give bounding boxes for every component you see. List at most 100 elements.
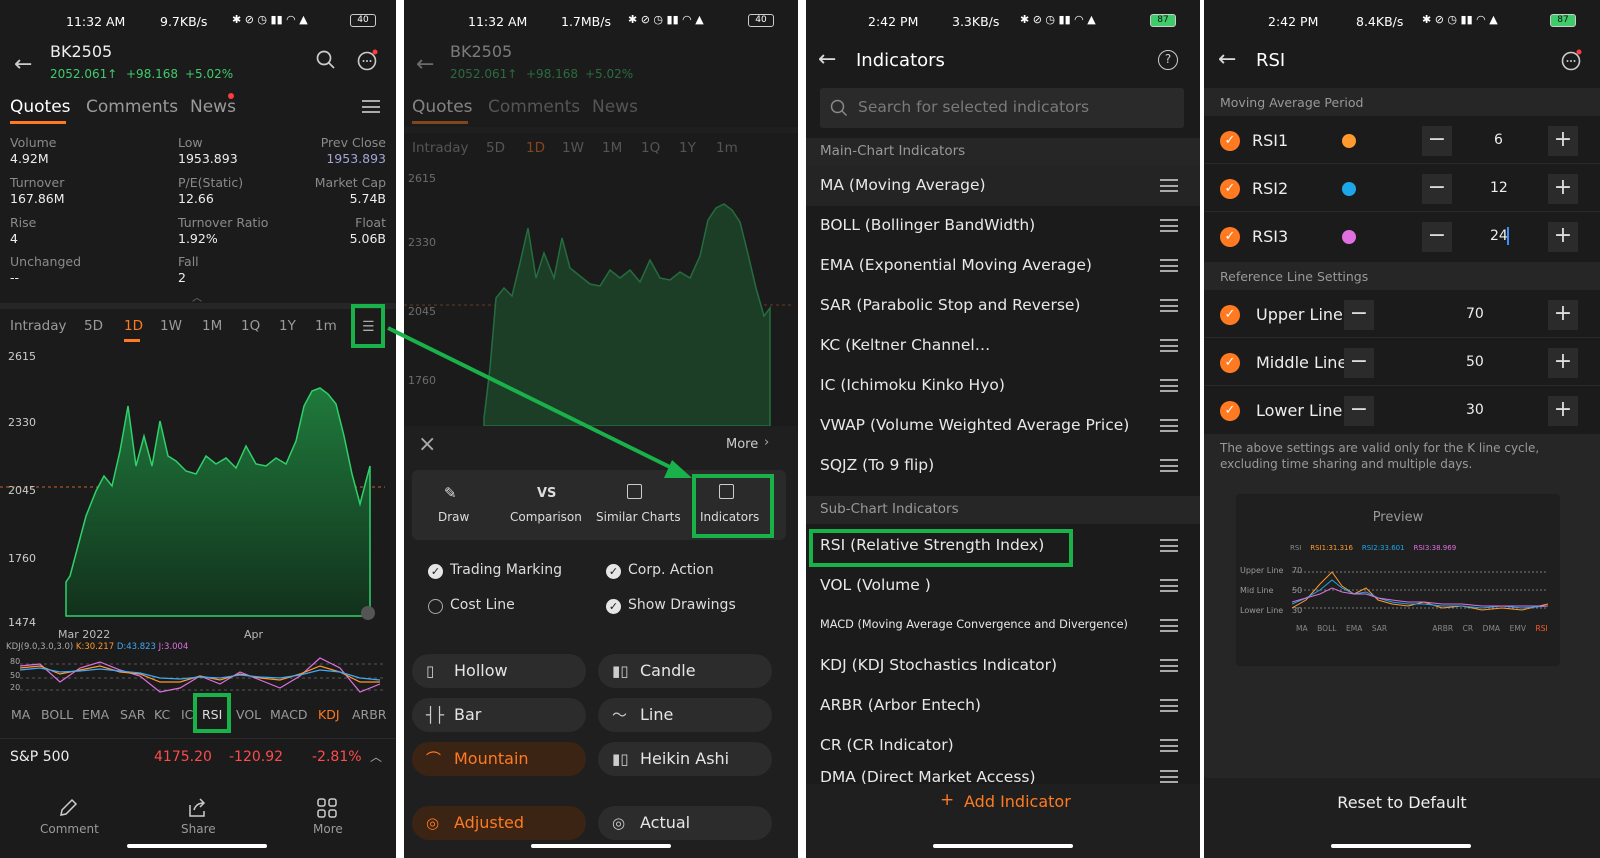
indicator-arbr[interactable]: ARBR — [352, 707, 387, 722]
plus-button[interactable]: + — [1548, 174, 1578, 204]
indicator-kc[interactable]: KC — [154, 707, 170, 722]
chart-type-hollow[interactable]: ▯ Hollow — [412, 654, 586, 688]
indicator-ma[interactable]: MA — [11, 707, 30, 722]
add-indicator-button[interactable]: Add Indicator — [964, 792, 1071, 811]
close-icon[interactable]: × — [418, 432, 436, 457]
drag-handle-icon[interactable] — [1160, 419, 1178, 432]
actual-button[interactable]: ◎ Actual — [598, 806, 772, 840]
grid-icon[interactable] — [316, 797, 338, 819]
back-arrow-icon[interactable]: ← — [14, 52, 32, 77]
indicator-row[interactable]: KDJ (KDJ Stochastics Indicator) — [806, 646, 1200, 686]
minus-button[interactable]: − — [1344, 396, 1374, 426]
drag-handle-icon[interactable] — [1160, 179, 1178, 192]
indicator-row[interactable]: SQJZ (To 9 flip) — [806, 446, 1200, 486]
indicator-row[interactable]: ARBR (Arbor Entech) — [806, 686, 1200, 726]
chart-reset-icon[interactable] — [361, 606, 375, 620]
drag-handle-icon[interactable] — [1160, 539, 1178, 552]
drag-handle-icon[interactable] — [1160, 659, 1178, 672]
drag-handle-icon[interactable] — [1160, 579, 1178, 592]
check-icon[interactable]: ✓ — [428, 564, 443, 579]
indicator-row[interactable]: SAR (Parabolic Stop and Reverse) — [806, 286, 1200, 326]
option-corp-action[interactable]: Corp. Action — [628, 562, 714, 578]
drag-handle-icon[interactable] — [1160, 339, 1178, 352]
check-icon[interactable]: ✓ — [1220, 179, 1240, 199]
drag-handle-icon[interactable] — [1160, 299, 1178, 312]
minus-button[interactable]: − — [1344, 300, 1374, 330]
comment-button[interactable]: Comment — [40, 822, 99, 836]
back-arrow-icon[interactable]: ← — [818, 47, 836, 72]
indicator-row[interactable]: VOL (Volume ) — [806, 566, 1200, 606]
option-cost-line[interactable]: Cost Line — [450, 597, 515, 613]
period-intraday[interactable]: Intraday — [10, 318, 67, 334]
minus-button[interactable]: − — [1422, 222, 1452, 252]
indicator-row[interactable]: BOLL (Bollinger BandWidth) — [806, 206, 1200, 246]
indicator-row[interactable]: IC (Ichimoku Kinko Hyo) — [806, 366, 1200, 406]
tool-draw[interactable]: Draw — [438, 510, 469, 524]
color-swatch[interactable] — [1342, 134, 1356, 148]
indicator-row[interactable]: DMA (Direct Market Access) — [806, 766, 1200, 784]
indicator-ic[interactable]: IC — [181, 707, 193, 722]
indicator-sar[interactable]: SAR — [120, 707, 145, 722]
indicator-row[interactable]: MACD (Moving Average Convergence and Div… — [806, 606, 1200, 646]
plus-button[interactable]: + — [1548, 222, 1578, 252]
drag-handle-icon[interactable] — [1160, 619, 1178, 632]
ticker-bar[interactable]: S&P 500 4175.20 -120.92 -2.81% ︿ — [0, 738, 396, 774]
collapse-chevron-icon[interactable]: ︿ — [192, 289, 202, 304]
menu-icon[interactable] — [362, 100, 380, 113]
minus-button[interactable]: − — [1344, 348, 1374, 378]
rsi-value[interactable]: 6 — [1494, 132, 1503, 148]
ref-value[interactable]: 30 — [1466, 402, 1484, 418]
share-icon[interactable] — [186, 797, 208, 819]
period-1min[interactable]: 1m — [315, 318, 337, 334]
indicator-row[interactable]: MA (Moving Average) — [806, 166, 1200, 206]
indicator-row[interactable]: VWAP (Volume Weighted Average Price) — [806, 406, 1200, 446]
check-icon[interactable]: ✓ — [1220, 401, 1240, 421]
chart-type-line[interactable]: 〜 Line — [598, 698, 772, 732]
indicator-macd[interactable]: MACD — [270, 707, 307, 722]
option-trading-marking[interactable]: Trading Marking — [450, 562, 562, 578]
message-icon[interactable] — [1560, 48, 1584, 72]
chart-type-heikin-ashi[interactable]: ▮▯ Heikin Ashi — [598, 742, 772, 776]
color-swatch[interactable] — [1342, 230, 1356, 244]
plus-button[interactable]: + — [1548, 396, 1578, 426]
drag-handle-icon[interactable] — [1160, 259, 1178, 272]
check-icon[interactable]: ✓ — [606, 599, 621, 614]
tool-similar-charts[interactable]: Similar Charts — [596, 510, 681, 524]
more-link[interactable]: More — [726, 437, 758, 452]
search-input[interactable]: Search for selected indicators — [820, 88, 1184, 128]
indicator-kdj[interactable]: KDJ — [318, 707, 340, 722]
rsi-value[interactable]: 24 — [1490, 228, 1508, 244]
check-icon[interactable]: ✓ — [1220, 305, 1240, 325]
period-1d[interactable]: 1D — [124, 318, 143, 334]
period-1w[interactable]: 1W — [160, 318, 182, 334]
minus-button[interactable]: − — [1422, 174, 1452, 204]
check-icon[interactable]: ✓ — [1220, 227, 1240, 247]
check-icon[interactable]: ✓ — [606, 564, 621, 579]
indicator-row[interactable]: CR (CR Indicator) — [806, 726, 1200, 766]
more-button[interactable]: More — [313, 822, 343, 836]
color-swatch[interactable] — [1342, 182, 1356, 196]
chart-type-candle[interactable]: ▮▯ Candle — [598, 654, 772, 688]
drag-handle-icon[interactable] — [1160, 459, 1178, 472]
option-show-drawings[interactable]: Show Drawings — [628, 597, 736, 613]
tab-news[interactable]: News — [190, 97, 236, 117]
tool-comparison[interactable]: Comparison — [510, 510, 582, 524]
check-icon[interactable]: ✓ — [1220, 131, 1240, 151]
back-arrow-icon[interactable]: ← — [1218, 47, 1236, 72]
drag-handle-icon[interactable] — [1160, 770, 1178, 783]
drag-handle-icon[interactable] — [1160, 739, 1178, 752]
indicator-vol[interactable]: VOL — [236, 707, 261, 722]
plus-button[interactable]: + — [1548, 300, 1578, 330]
chart-type-bar[interactable]: ┤├ Bar — [412, 698, 586, 732]
message-icon[interactable] — [356, 48, 380, 72]
drag-handle-icon[interactable] — [1160, 219, 1178, 232]
period-1m[interactable]: 1M — [202, 318, 222, 334]
adjusted-button[interactable]: ◎ Adjusted — [412, 806, 586, 840]
rsi-value[interactable]: 12 — [1490, 180, 1508, 196]
indicator-ema[interactable]: EMA — [82, 707, 109, 722]
search-icon[interactable] — [316, 50, 336, 70]
plus-button[interactable]: + — [1548, 348, 1578, 378]
period-5d[interactable]: 5D — [84, 318, 103, 334]
pencil-icon[interactable] — [58, 798, 78, 818]
reset-button[interactable]: Reset to Default — [1204, 793, 1600, 812]
